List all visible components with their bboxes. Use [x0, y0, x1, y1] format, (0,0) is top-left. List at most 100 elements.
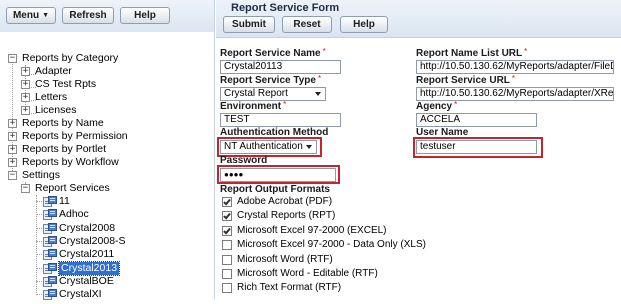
label-text: Report Name List URL: [416, 48, 523, 59]
output-format-option[interactable]: Adobe Acrobat (PDF): [222, 196, 412, 209]
user-name-input[interactable]: testuser: [416, 140, 537, 154]
tree-node-licenses[interactable]: + Licenses: [21, 104, 201, 117]
expand-icon[interactable]: +: [21, 106, 30, 115]
label-text: Report Service URL: [416, 75, 510, 86]
agency-input[interactable]: ACCELA: [416, 113, 537, 127]
report-service-name-input[interactable]: Crystal20113: [220, 60, 341, 74]
tree-node-service[interactable]: CrystalBOE: [34, 275, 174, 288]
left-toolbar: Menu ▼ Refresh Help: [0, 0, 215, 32]
tree-node-label: Reports by Workflow: [22, 156, 119, 168]
tree-node-label: Reports by Permission: [22, 130, 128, 142]
checkbox-unchecked[interactable]: [222, 240, 232, 250]
tree-node-service[interactable]: Crystal2008: [34, 222, 174, 235]
required-marker: *: [511, 74, 516, 83]
label-text: Environment: [220, 101, 282, 112]
expand-icon[interactable]: +: [8, 132, 17, 141]
auth-method-select[interactable]: NT Authentication: [220, 140, 317, 154]
report-service-icon: [43, 196, 57, 207]
tree-node-service[interactable]: Crystal2011: [34, 248, 174, 261]
refresh-button[interactable]: Refresh: [62, 7, 114, 24]
tree-node-service[interactable]: CrystalXI: [34, 288, 174, 301]
tree-node-service[interactable]: 11: [34, 195, 174, 208]
tree-node-adapter[interactable]: + Adapter: [21, 65, 201, 78]
output-format-label: Microsoft Excel 97-2000 (EXCEL): [237, 225, 387, 236]
help-button[interactable]: Help: [120, 7, 170, 24]
tree-node-label: Crystal2008-S: [59, 235, 126, 247]
output-format-option[interactable]: Rich Text Format (RTF): [222, 282, 412, 295]
required-marker: *: [317, 74, 322, 83]
collapse-icon[interactable]: −: [8, 54, 17, 63]
report-service-type-label: Report Service Type *: [220, 74, 322, 86]
report-service-icon: [43, 249, 57, 260]
tree-node-reports-by-name[interactable]: + Reports by Name: [8, 117, 208, 130]
collapse-icon[interactable]: −: [21, 184, 30, 193]
form-title: Report Service Form: [231, 2, 340, 14]
report-service-url-input[interactable]: http://10.50.130.62/MyReports/adapter/XR…: [416, 87, 614, 101]
expand-icon[interactable]: +: [21, 80, 30, 89]
tree-node-service[interactable]: Crystal2013: [34, 261, 174, 276]
report-service-type-select[interactable]: Crystal Report: [220, 87, 326, 101]
report-service-url-label: Report Service URL *: [416, 74, 516, 86]
tree-connector: [36, 228, 42, 229]
password-input[interactable]: ●●●●: [220, 168, 336, 182]
collapse-icon[interactable]: −: [8, 171, 17, 180]
tree-connector: [36, 281, 42, 282]
expand-icon[interactable]: +: [21, 67, 30, 76]
checkbox-unchecked[interactable]: [222, 283, 232, 293]
report-service-icon: [43, 263, 57, 274]
tree-node-label: Reports by Portlet: [22, 143, 107, 155]
expand-icon[interactable]: +: [8, 119, 17, 128]
expand-icon[interactable]: +: [8, 145, 17, 154]
expand-icon[interactable]: +: [21, 93, 30, 102]
output-format-option[interactable]: Crystal Reports (RPT): [222, 210, 412, 223]
form-help-button[interactable]: Help: [340, 16, 388, 33]
checkbox-unchecked[interactable]: [222, 269, 232, 279]
tree-node-cs-test-rpts[interactable]: + CS Test Rpts: [21, 78, 201, 91]
tree-node-label: Licenses: [35, 104, 77, 116]
tree-node-report-services[interactable]: − Report Services: [21, 182, 201, 195]
tree-node-reports-by-workflow[interactable]: + Reports by Workflow: [8, 156, 208, 169]
checkbox-unchecked[interactable]: [222, 255, 232, 265]
report-service-icon: [43, 276, 57, 287]
output-format-label: Microsoft Word (RTF): [237, 254, 333, 265]
output-format-label: Microsoft Word - Editable (RTF): [237, 268, 378, 279]
tree-node-service[interactable]: Adhoc: [34, 208, 174, 221]
chevron-down-icon: [315, 92, 321, 96]
output-format-option[interactable]: Microsoft Excel 97-2000 (EXCEL): [222, 225, 412, 238]
report-name-list-url-label: Report Name List URL *: [416, 47, 527, 59]
required-marker: *: [283, 100, 287, 109]
output-formats-label: Report Output Formats: [220, 184, 330, 195]
required-marker: *: [322, 47, 326, 56]
output-format-label: Rich Text Format (RTF): [237, 282, 342, 293]
tree-connector: [36, 294, 42, 295]
checkbox-checked[interactable]: [222, 197, 232, 207]
tree-connector: [36, 214, 42, 215]
submit-button[interactable]: Submit: [223, 16, 275, 33]
output-format-option[interactable]: Microsoft Excel 97-2000 - Data Only (XLS…: [222, 239, 426, 252]
output-format-option[interactable]: Microsoft Word - Editable (RTF): [222, 268, 412, 281]
output-format-label: Adobe Acrobat (PDF): [237, 196, 333, 207]
checkbox-checked[interactable]: [222, 226, 232, 236]
output-format-option[interactable]: Microsoft Word (RTF): [222, 254, 412, 267]
tree-node-label: Crystal2008: [59, 222, 116, 234]
tree-node-reports-by-category[interactable]: − Reports by Category: [8, 52, 208, 65]
report-service-icon: [43, 223, 57, 234]
select-value: Crystal Report: [224, 88, 288, 99]
report-name-list-url-input[interactable]: http://10.50.130.62/MyReports/adapter/Fi…: [416, 60, 614, 74]
tree-node-label: Crystal2013: [57, 261, 121, 276]
tree-node-label: CS Test Rpts: [35, 78, 97, 90]
reset-button[interactable]: Reset: [282, 16, 332, 33]
expand-icon[interactable]: +: [8, 158, 17, 167]
tree-node-settings[interactable]: − Settings: [8, 169, 208, 182]
environment-input[interactable]: TEST: [220, 113, 341, 127]
tree-node-service[interactable]: Crystal2008-S: [34, 235, 174, 248]
tree-node-label: Settings: [22, 169, 60, 181]
tree-node-label: Adapter: [35, 65, 72, 77]
tree-node-reports-by-permission[interactable]: + Reports by Permission: [8, 130, 208, 143]
tree-node-letters[interactable]: + Letters: [21, 91, 201, 104]
menu-button[interactable]: Menu ▼: [6, 7, 56, 24]
tree-node-reports-by-portlet[interactable]: + Reports by Portlet: [8, 143, 208, 156]
check-icon: [223, 211, 231, 220]
checkbox-checked[interactable]: [222, 211, 232, 221]
select-value: NT Authentication: [224, 141, 303, 152]
